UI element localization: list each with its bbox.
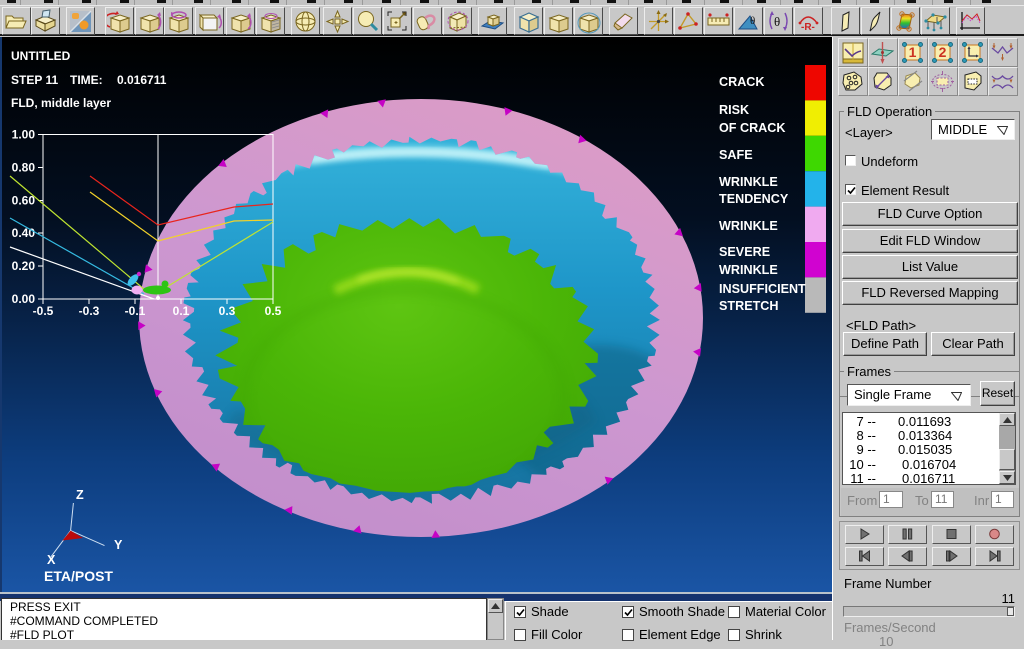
svg-text:SAFE: SAFE	[719, 148, 753, 162]
svg-text:X: X	[47, 553, 56, 567]
svg-text:STEP 11: STEP 11	[11, 73, 58, 87]
svg-text:CRACK: CRACK	[719, 75, 764, 89]
svg-text:0.016711: 0.016711	[117, 73, 167, 87]
svg-text:WRINKLE: WRINKLE	[719, 219, 778, 233]
svg-text:0.3: 0.3	[219, 304, 236, 318]
svg-text:WRINKLE: WRINKLE	[719, 263, 778, 277]
svg-text:θ: θ	[774, 14, 780, 29]
svg-text:FLD, middle layer: FLD, middle layer	[11, 96, 111, 110]
svg-text:-0.3: -0.3	[79, 304, 100, 318]
svg-text:RISK: RISK	[719, 103, 749, 117]
svg-text:1: 1	[909, 44, 917, 60]
svg-text:0.5: 0.5	[265, 304, 282, 318]
svg-text:SEVERE: SEVERE	[719, 245, 770, 259]
svg-text:0.1: 0.1	[173, 304, 190, 318]
svg-text:1.00: 1.00	[12, 128, 36, 142]
svg-text:ETA/POST: ETA/POST	[44, 568, 113, 584]
svg-text:2: 2	[939, 44, 947, 60]
svg-text:0.80: 0.80	[12, 160, 36, 174]
svg-text:-R-: -R-	[801, 22, 815, 33]
svg-text:STRETCH: STRETCH	[719, 299, 778, 313]
svg-text:-0.5: -0.5	[33, 304, 54, 318]
svg-text:-0.1: -0.1	[125, 304, 146, 318]
svg-text:TENDENCY: TENDENCY	[719, 192, 789, 206]
svg-text:Y: Y	[114, 538, 123, 552]
svg-text:TIME:: TIME:	[70, 73, 103, 87]
svg-text:UNTITLED: UNTITLED	[11, 49, 71, 63]
svg-text:θ: θ	[750, 15, 755, 27]
svg-text:0.60: 0.60	[12, 193, 36, 207]
svg-text:WRINKLE: WRINKLE	[719, 175, 778, 189]
svg-text:INSUFFICIENT: INSUFFICIENT	[719, 282, 806, 296]
svg-text:Z: Z	[76, 488, 84, 502]
svg-text:0.20: 0.20	[12, 259, 36, 273]
svg-text:0.40: 0.40	[12, 226, 36, 240]
svg-text:OF CRACK: OF CRACK	[719, 121, 785, 135]
